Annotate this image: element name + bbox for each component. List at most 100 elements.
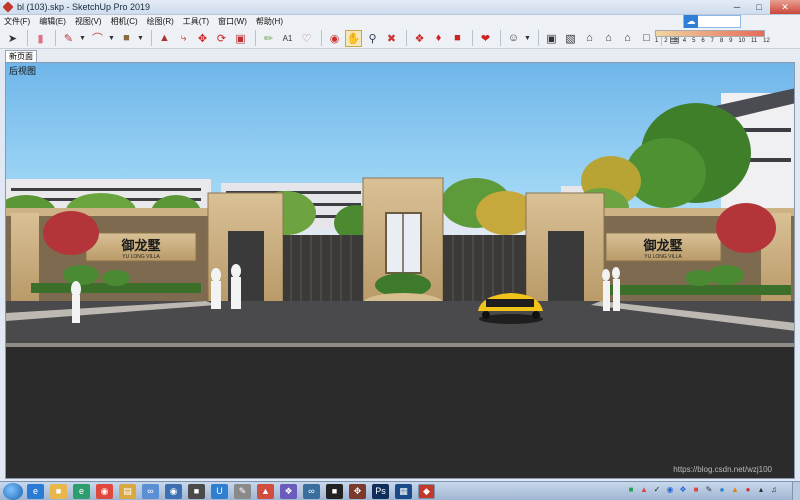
pan-tool-button[interactable]: ✋	[345, 29, 362, 47]
account-dropdown-icon[interactable]: ▼	[524, 35, 531, 42]
front-view-button[interactable]: ⌂	[581, 30, 598, 47]
menu-camera[interactable]: 相机(C)	[111, 16, 138, 27]
taskbar-app[interactable]: ✎	[234, 483, 251, 499]
app-icon: ▲	[261, 486, 270, 496]
menu-tools[interactable]: 工具(T)	[183, 16, 209, 27]
move-tool-button[interactable]: ✥	[194, 30, 211, 47]
tray-icon[interactable]: ●	[743, 484, 753, 494]
taskbar-app[interactable]: U	[211, 483, 228, 499]
rectangle-icon: ■	[123, 32, 130, 44]
line-icon: ✎	[63, 32, 74, 45]
tray-icon[interactable]: ✓	[652, 484, 662, 494]
start-button[interactable]	[3, 482, 23, 500]
menu-window[interactable]: 窗口(W)	[218, 16, 247, 27]
minimize-button[interactable]: ─	[726, 0, 748, 14]
back-view-button[interactable]: ⌂	[619, 30, 636, 47]
tray-icon[interactable]: ♫	[769, 484, 779, 494]
title-bar: bl (103).skp - SketchUp Pro 2019 ─ □ ✕	[0, 0, 800, 15]
taskbar-app[interactable]: ■	[188, 483, 205, 499]
maximize-button[interactable]: □	[748, 0, 770, 14]
show-desktop-button[interactable]	[792, 482, 800, 500]
tape-measure-button[interactable]: ✏	[260, 30, 277, 47]
taskbar-file-manager[interactable]: ▤	[119, 483, 136, 499]
warehouse-button[interactable]: ❤	[477, 30, 494, 47]
tray-icon[interactable]: ✎	[704, 484, 714, 494]
line-tool-button[interactable]: ✎	[60, 30, 77, 47]
orbit-tool-button[interactable]: ◉	[326, 30, 343, 47]
taskbar-photoshop[interactable]: Ps	[372, 483, 389, 499]
tray-icon[interactable]: ■	[626, 484, 636, 494]
menu-help[interactable]: 帮助(H)	[256, 16, 283, 27]
arc-tool-button[interactable]: ⌒	[89, 30, 106, 47]
tray-icon[interactable]: ❖	[678, 484, 688, 494]
zoom-tool-button[interactable]: ⚲	[364, 30, 381, 47]
browser-icon: e	[78, 486, 84, 496]
taskbar-app[interactable]: ■	[326, 483, 343, 499]
top-view-button[interactable]: ▧	[562, 30, 579, 47]
close-button[interactable]: ✕	[770, 0, 800, 14]
tray-icon[interactable]: ▴	[756, 484, 766, 494]
left-view-icon: □	[643, 32, 650, 44]
right-sign-title: 御龙墅	[642, 238, 682, 253]
taskbar-app[interactable]: ◉	[165, 483, 182, 499]
push-pull-icon: ▲	[159, 32, 170, 44]
select-tool-button[interactable]: ➤	[4, 30, 21, 47]
taskbar-app[interactable]: ∞	[142, 483, 159, 499]
taskbar-app[interactable]: ▦	[395, 483, 412, 499]
taskbar-chrome[interactable]: ◉	[96, 483, 113, 499]
scene-tab[interactable]: 新页面	[5, 50, 37, 62]
taskbar-ie[interactable]: e	[27, 483, 44, 499]
rotate-icon: ⟳	[216, 32, 227, 45]
rectangle-tool-button[interactable]: ■	[118, 30, 135, 47]
menu-file[interactable]: 文件(F)	[4, 16, 30, 27]
taskbar-browser[interactable]: e	[73, 483, 90, 499]
layer-scale-gradient	[655, 30, 765, 37]
iso-view-button[interactable]: ▣	[543, 30, 560, 47]
toolbar-divider	[500, 30, 501, 46]
zoom-extents-button[interactable]: ✖	[383, 30, 400, 47]
scene-tab-bar: 新页面	[0, 49, 800, 62]
cloud-sync-widget[interactable]: ☁	[683, 15, 741, 28]
taskbar-app[interactable]: ▲	[257, 483, 274, 499]
taskbar-app[interactable]: ✥	[349, 483, 366, 499]
taskbar-sketchup[interactable]: ◆	[418, 483, 435, 499]
tray-icon[interactable]: ◉	[665, 484, 675, 494]
rectangle-dropdown-icon[interactable]: ▼	[137, 35, 144, 42]
text-tool-button[interactable]: A1	[279, 30, 296, 47]
right-view-button[interactable]: ⌂	[600, 30, 617, 47]
arc-dropdown-icon[interactable]: ▼	[108, 35, 115, 42]
menu-draw[interactable]: 绘图(R)	[147, 16, 174, 27]
materials-button[interactable]: ♦	[430, 30, 447, 47]
styles-button[interactable]: ■	[449, 30, 466, 47]
red-tree-left	[43, 211, 99, 255]
top-view-icon: ▧	[565, 32, 576, 45]
account-button[interactable]: ☺	[505, 30, 522, 47]
menu-view[interactable]: 视图(V)	[75, 16, 102, 27]
model-viewport[interactable]: 御龙墅 YU LONG VILLA 御龙墅 YU LONG VILLA 后视图 …	[5, 62, 795, 479]
orbit-icon: ◉	[329, 32, 340, 45]
photoshop-icon: Ps	[375, 486, 386, 496]
toolbar-divider	[55, 30, 56, 46]
follow-me-button[interactable]: ⤷	[175, 30, 192, 47]
scale-number: 8	[719, 38, 724, 44]
menu-edit[interactable]: 编辑(E)	[39, 16, 66, 27]
eraser-tool-button[interactable]: ▮	[32, 30, 49, 47]
line-dropdown-icon[interactable]: ▼	[79, 35, 86, 42]
taskbar: e ■ e ◉ ▤ ∞ ◉ ■ U ✎ ▲ ❖ ∞ ■ ✥ Ps ▦ ◆ ■ ▲…	[0, 481, 800, 500]
tray-icon[interactable]: ■	[691, 484, 701, 494]
rotate-tool-button[interactable]: ⟳	[213, 30, 230, 47]
taskbar-folder[interactable]: ■	[50, 483, 67, 499]
paint-bucket-button[interactable]: ♡	[298, 30, 315, 47]
scale-number: 10	[738, 38, 746, 44]
scale-tool-button[interactable]: ▣	[232, 30, 249, 47]
tray-icon[interactable]: ▲	[639, 484, 649, 494]
tray-icon[interactable]: ♠	[717, 484, 727, 494]
components-button[interactable]: ❖	[411, 30, 428, 47]
left-view-button[interactable]: □	[638, 30, 655, 47]
taskbar-app[interactable]: ❖	[280, 483, 297, 499]
toolbar-divider	[406, 30, 407, 46]
tray-icon[interactable]: ▲	[730, 484, 740, 494]
taskbar-app[interactable]: ∞	[303, 483, 320, 499]
window-title: bl (103).skp - SketchUp Pro 2019	[17, 2, 151, 12]
push-pull-button[interactable]: ▲	[156, 30, 173, 47]
